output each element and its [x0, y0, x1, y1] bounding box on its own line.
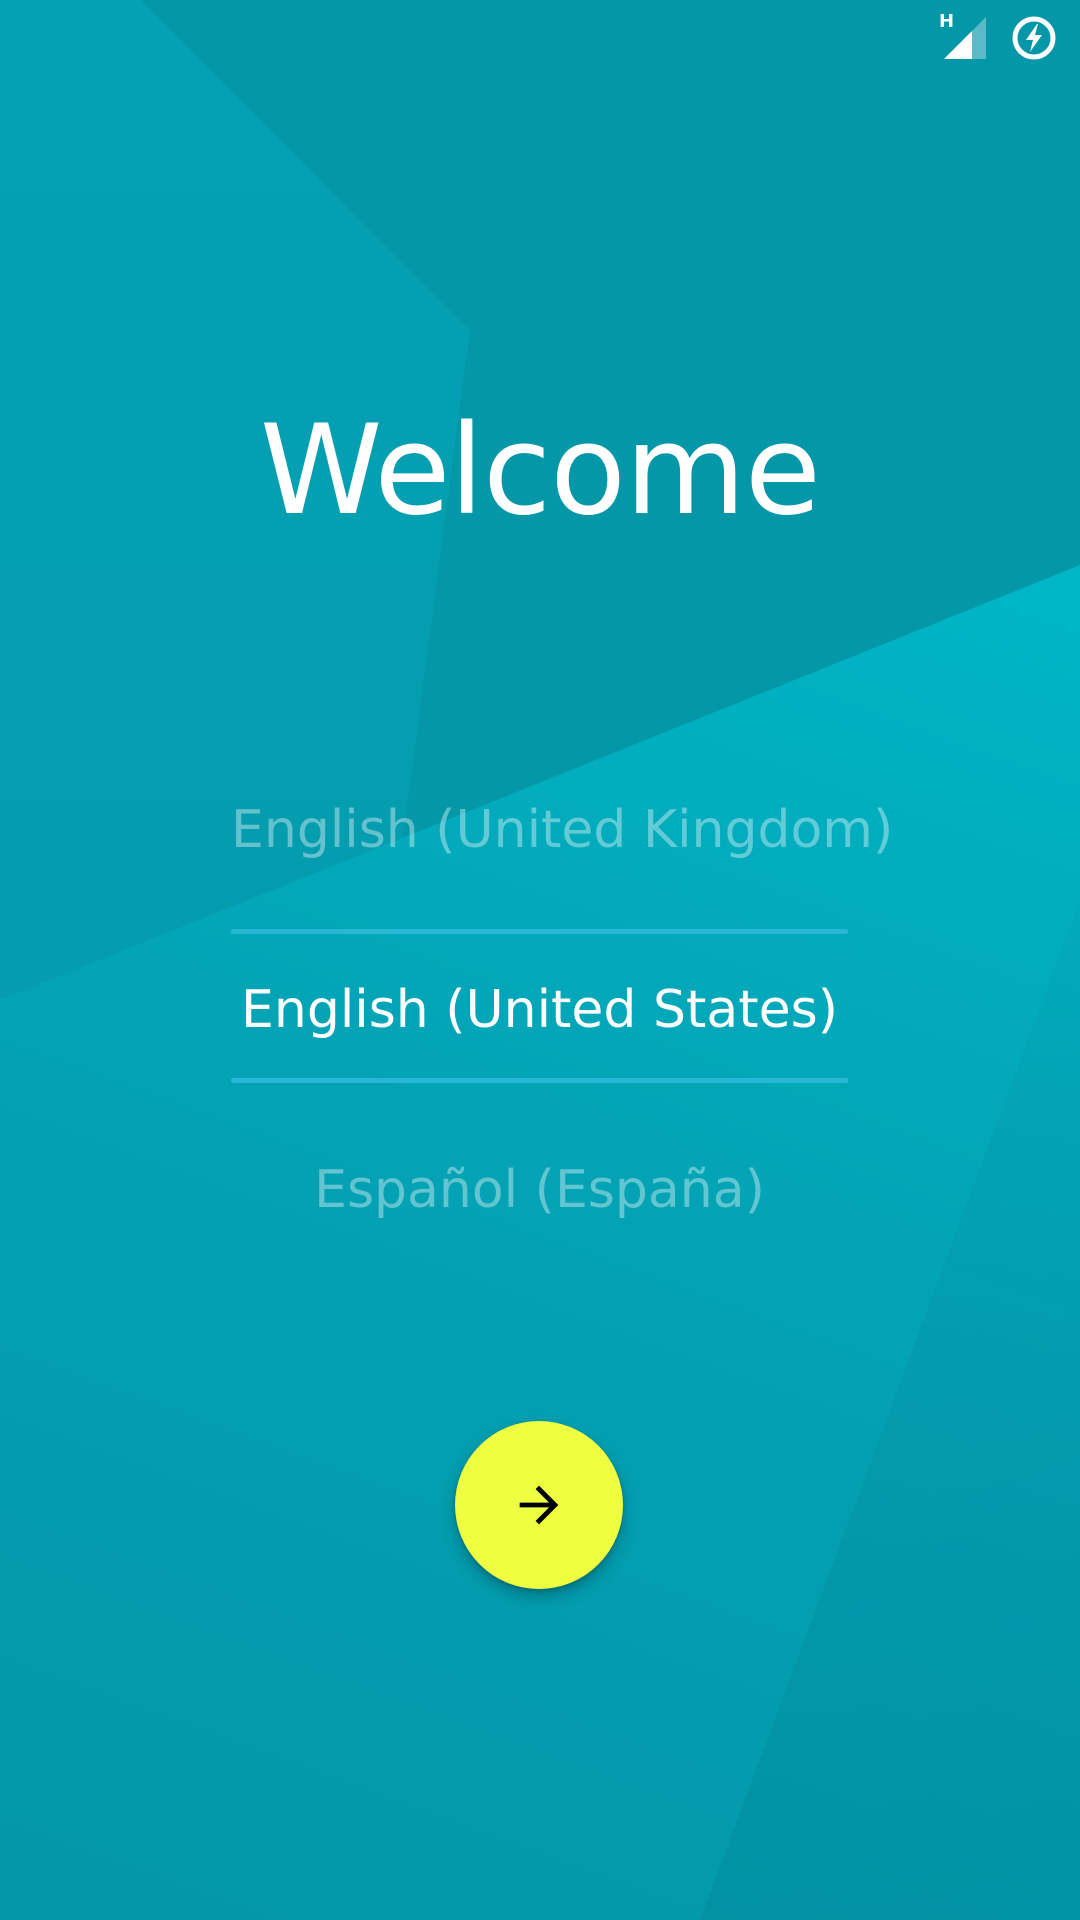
next-button[interactable] — [455, 1421, 623, 1589]
language-option-en-gb[interactable]: English (United Kingdom) — [231, 800, 893, 860]
battery-saver-icon — [1010, 14, 1058, 62]
network-type-label: H — [939, 10, 955, 32]
picker-divider-bottom — [231, 1078, 848, 1083]
language-option-es-es[interactable]: Español (España) — [231, 1160, 848, 1220]
signal-icon: H — [939, 10, 988, 61]
language-picker[interactable]: English (United Kingdom) English (United… — [231, 770, 893, 1230]
welcome-title: Welcome — [259, 399, 821, 544]
picker-divider-top — [231, 929, 848, 934]
language-option-en-us[interactable]: English (United States) — [231, 980, 848, 1040]
welcome-screen: H Welcome English (United Kingdom) Engli… — [0, 0, 1080, 1920]
arrow-forward-icon — [519, 1485, 559, 1525]
status-bar: H — [939, 0, 1080, 75]
